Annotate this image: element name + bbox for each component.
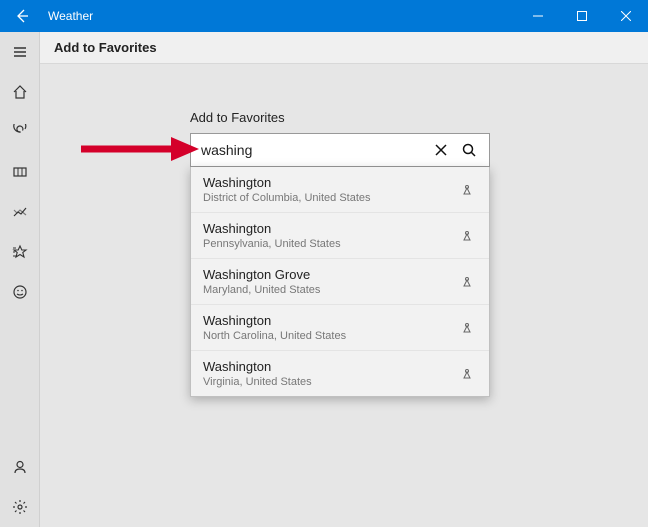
search-icon[interactable] (455, 136, 483, 164)
home-icon[interactable] (0, 72, 40, 112)
result-name: Washington (203, 175, 457, 190)
result-item[interactable]: Washington Grove Maryland, United States (191, 258, 489, 304)
result-name: Washington Grove (203, 267, 457, 282)
historical-icon[interactable] (0, 192, 40, 232)
sidebar (0, 32, 40, 527)
settings-icon[interactable] (0, 487, 40, 527)
result-name: Washington (203, 359, 457, 374)
result-item[interactable]: Washington Pennsylvania, United States (191, 212, 489, 258)
feedback-icon[interactable] (0, 272, 40, 312)
result-item[interactable]: Washington North Carolina, United States (191, 304, 489, 350)
result-sub: North Carolina, United States (203, 330, 457, 342)
content-area: Add to Favorites Washington District of … (40, 64, 648, 527)
close-button[interactable] (604, 0, 648, 32)
favorites-icon[interactable] (0, 232, 40, 272)
result-item[interactable]: Washington Virginia, United States (191, 350, 489, 396)
clear-icon[interactable] (427, 136, 455, 164)
result-sub: Virginia, United States (203, 376, 457, 388)
pin-icon[interactable] (457, 275, 477, 289)
search-input[interactable] (201, 142, 427, 158)
add-favorites-panel: Add to Favorites Washington District of … (190, 110, 490, 397)
hamburger-icon[interactable] (0, 32, 40, 72)
pin-icon[interactable] (457, 229, 477, 243)
pin-icon[interactable] (457, 367, 477, 381)
result-item[interactable]: Washington District of Columbia, United … (191, 167, 489, 212)
minimize-button[interactable] (516, 0, 560, 32)
page-header: Add to Favorites (40, 32, 648, 64)
result-sub: Maryland, United States (203, 284, 457, 296)
maps-icon[interactable] (0, 152, 40, 192)
search-box (190, 133, 490, 167)
results-dropdown: Washington District of Columbia, United … (190, 167, 490, 397)
titlebar: Weather (0, 0, 648, 32)
result-sub: District of Columbia, United States (203, 192, 457, 204)
window-title: Weather (44, 9, 93, 23)
pin-icon[interactable] (457, 321, 477, 335)
result-sub: Pennsylvania, United States (203, 238, 457, 250)
pin-icon[interactable] (457, 183, 477, 197)
result-name: Washington (203, 313, 457, 328)
page-title: Add to Favorites (54, 40, 157, 55)
radar-icon[interactable] (0, 112, 40, 152)
maximize-button[interactable] (560, 0, 604, 32)
account-icon[interactable] (0, 447, 40, 487)
result-name: Washington (203, 221, 457, 236)
back-button[interactable] (0, 0, 44, 32)
panel-label: Add to Favorites (190, 110, 490, 125)
